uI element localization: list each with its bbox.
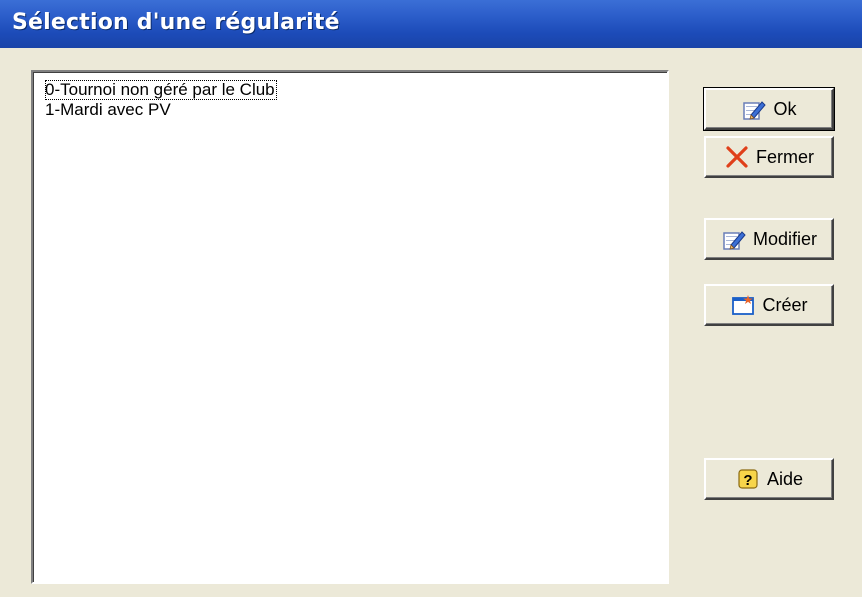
help-button[interactable]: ? Aide	[704, 458, 834, 500]
new-window-icon	[730, 292, 756, 318]
list-item[interactable]: 1-Mardi avec PV	[45, 100, 171, 120]
title-bar[interactable]: Sélection d'une régularité	[0, 0, 862, 48]
list-item[interactable]: 0-Tournoi non géré par le Club	[45, 80, 277, 100]
ok-label: Ok	[773, 98, 797, 119]
regularity-listbox[interactable]: 0-Tournoi non géré par le Club 1-Mardi a…	[31, 70, 669, 584]
ok-button[interactable]: Ok	[703, 87, 835, 131]
svg-text:?: ?	[743, 472, 752, 489]
window-title: Sélection d'une régularité	[12, 10, 340, 35]
help-icon: ?	[735, 466, 761, 492]
help-label: Aide	[766, 468, 804, 489]
edit-pencil-icon	[741, 96, 767, 122]
create-label: Créer	[762, 294, 808, 315]
create-button[interactable]: Créer	[704, 284, 834, 326]
close-button[interactable]: Fermer	[704, 136, 834, 178]
modify-label: Modifier	[752, 228, 818, 249]
close-x-icon	[724, 144, 750, 170]
edit-pencil-icon	[721, 226, 747, 252]
modify-button[interactable]: Modifier	[704, 218, 834, 260]
close-label: Fermer	[756, 146, 814, 167]
